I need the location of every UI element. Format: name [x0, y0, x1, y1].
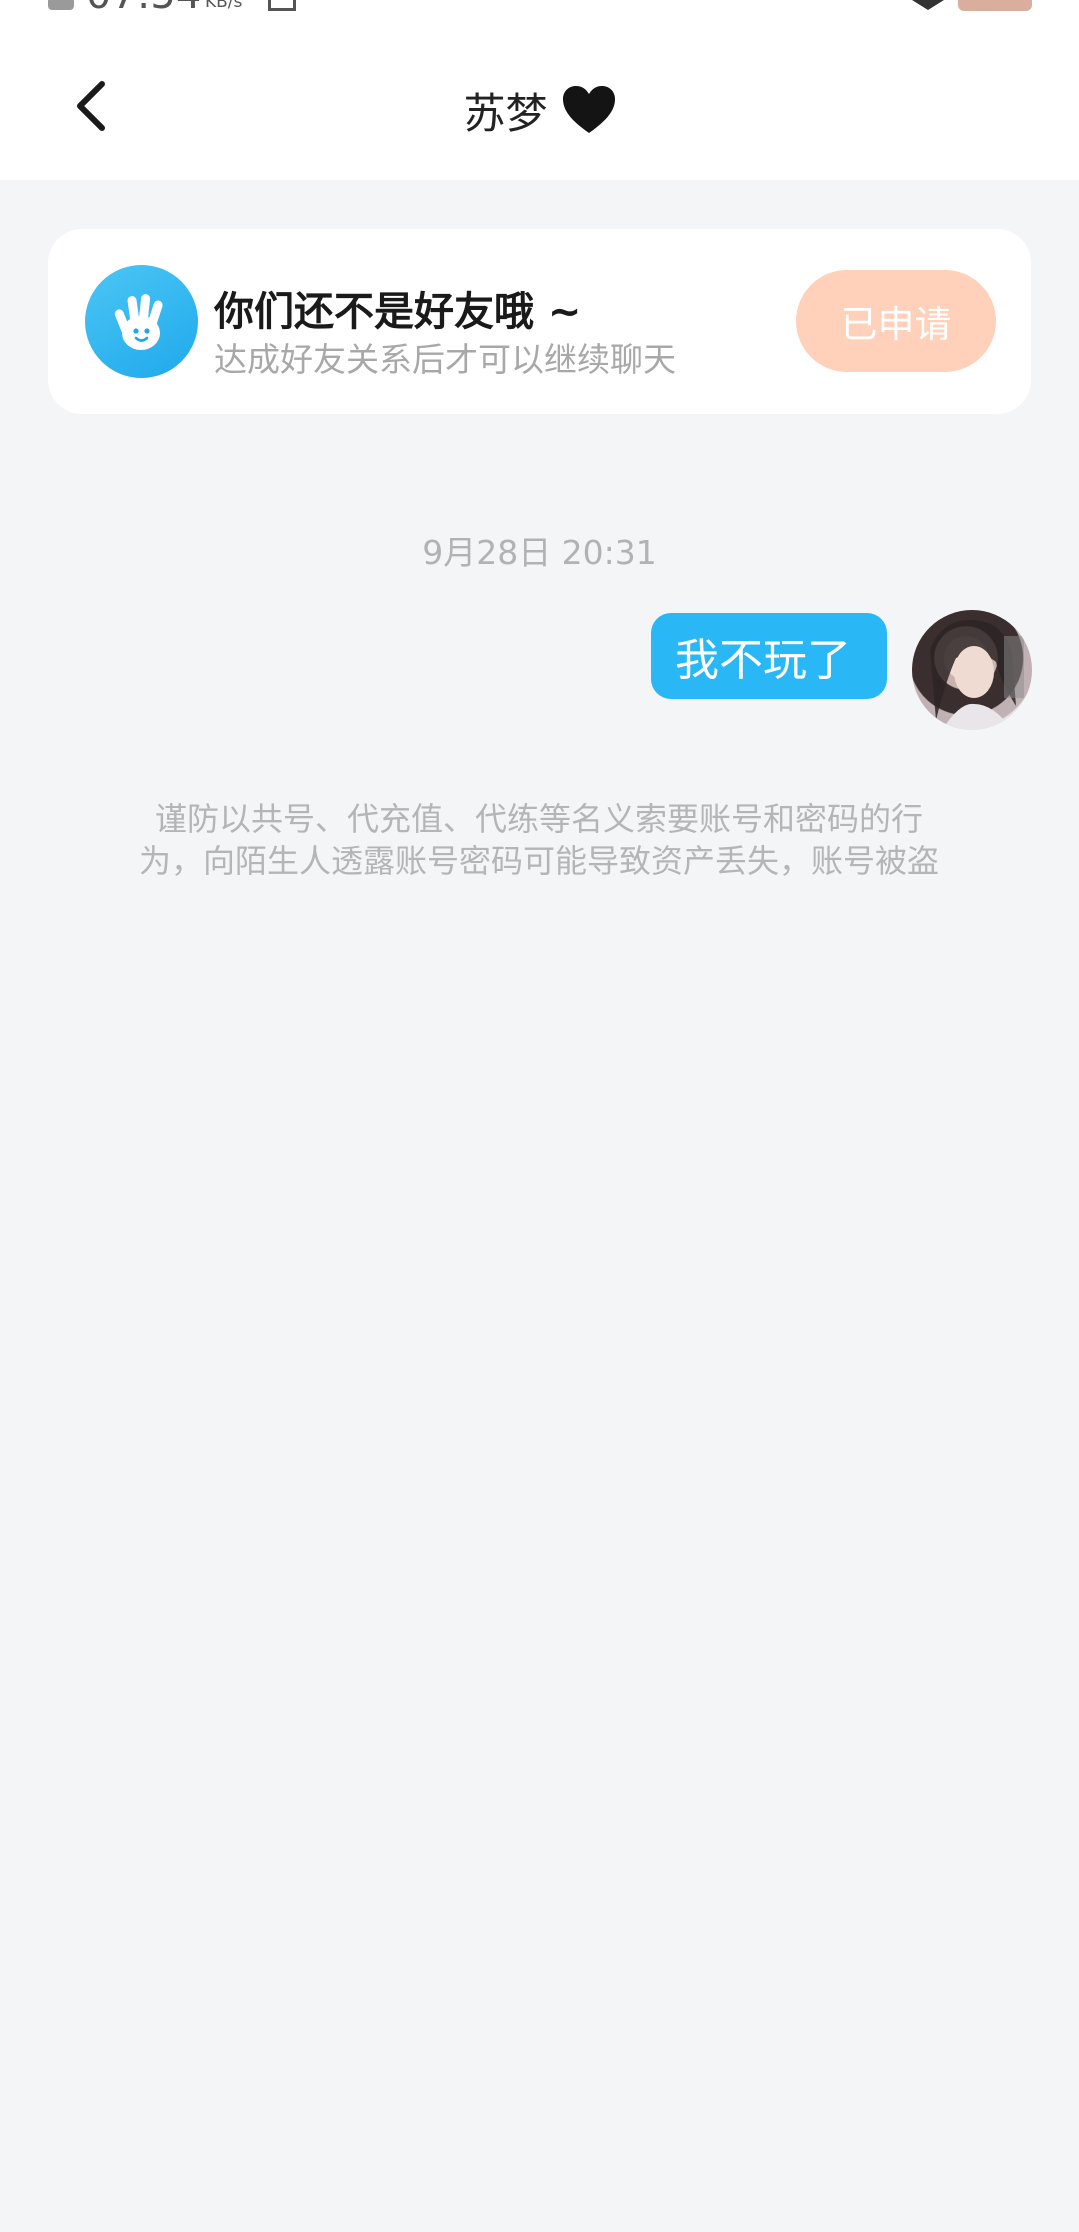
wifi-icon	[912, 0, 944, 10]
message-row: 我不玩了	[0, 610, 1079, 735]
message-timestamp: 9月28日 20:31	[422, 533, 657, 572]
notification-icon	[48, 0, 74, 10]
mail-icon	[268, 0, 296, 11]
security-warning-line-2: 为，向陌生人透露账号密码可能导致资产丢失，账号被盗	[138, 842, 939, 880]
network-speed-unit: KB/s	[205, 0, 243, 12]
security-warning: 谨防以共号、代充值、代练等名义索要账号和密码的行 为，向陌生人透露账号密码可能导…	[84, 798, 994, 882]
avatar[interactable]	[912, 610, 1032, 730]
waving-hand-icon	[85, 265, 198, 378]
battery-icon	[958, 0, 1032, 11]
header: 苏梦	[0, 14, 1079, 180]
status-time: 07:54	[86, 0, 201, 14]
title-group: 苏梦	[0, 80, 1079, 140]
status-bar: 07:54 KB/s	[0, 0, 1079, 14]
black-heart-icon	[562, 85, 616, 135]
not-friends-subtitle: 达成好友关系后才可以继续聊天	[214, 340, 676, 379]
security-warning-line-1: 谨防以共号、代充值、代练等名义索要账号和密码的行	[154, 800, 923, 838]
page-title: 苏梦	[463, 88, 548, 138]
friend-request-card: 你们还不是好友哦 ~ 达成好友关系后才可以继续聊天 已申请	[48, 229, 1031, 414]
message-bubble[interactable]: 我不玩了	[651, 613, 887, 699]
not-friends-title: 你们还不是好友哦 ~	[214, 289, 582, 335]
applied-button[interactable]: 已申请	[796, 270, 996, 372]
